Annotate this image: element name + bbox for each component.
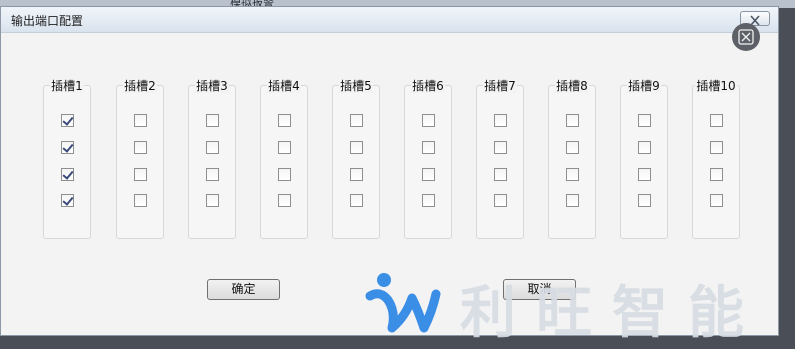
slot-7-port-4-checkbox[interactable]	[494, 194, 507, 207]
slot-2-port-3-checkbox[interactable]	[134, 168, 147, 181]
dialog-title: 输出端口配置	[11, 14, 84, 28]
slot-5-port-4-checkbox[interactable]	[350, 194, 363, 207]
ok-button[interactable]: 确定	[207, 279, 280, 300]
slot-8-port-1-checkbox[interactable]	[566, 114, 579, 127]
slot-10-port-4-checkbox[interactable]	[710, 194, 723, 207]
slot-label-wrap: 插槽10	[693, 77, 739, 94]
slot-2-port-4-checkbox[interactable]	[134, 194, 147, 207]
slot-label: 插槽6	[411, 79, 445, 93]
slot-label-wrap: 插槽8	[549, 77, 595, 94]
slot-label: 插槽4	[267, 79, 301, 93]
slot-8-port-2-checkbox[interactable]	[566, 141, 579, 154]
slot-2-port-1-checkbox[interactable]	[134, 114, 147, 127]
slot-9-port-4-checkbox[interactable]	[638, 194, 651, 207]
slot-8-port-4-checkbox[interactable]	[566, 194, 579, 207]
slot-group-5: 插槽5	[332, 79, 380, 239]
slot-9-port-3-checkbox[interactable]	[638, 168, 651, 181]
slot-group-8: 插槽8	[548, 79, 596, 239]
slot-6-port-2-checkbox[interactable]	[422, 141, 435, 154]
slot-label: 插槽9	[627, 79, 661, 93]
dialog-titlebar: 输出端口配置	[1, 7, 778, 33]
slot-10-port-2-checkbox[interactable]	[710, 141, 723, 154]
slot-6-port-3-checkbox[interactable]	[422, 168, 435, 181]
slot-4-port-3-checkbox[interactable]	[278, 168, 291, 181]
slot-5-port-1-checkbox[interactable]	[350, 114, 363, 127]
fullscreen-icon	[738, 29, 754, 45]
slot-9-port-1-checkbox[interactable]	[638, 114, 651, 127]
fullscreen-toggle-icon[interactable]	[732, 23, 760, 51]
slot-label-wrap: 插槽9	[621, 77, 667, 94]
slot-group-10: 插槽10	[692, 79, 740, 239]
slot-1-port-3-checkbox[interactable]	[61, 168, 74, 181]
slot-group-9: 插槽9	[620, 79, 668, 239]
slot-label: 插槽7	[483, 79, 517, 93]
watermark-text: 利旺智能	[460, 281, 764, 346]
slot-8-port-3-checkbox[interactable]	[566, 168, 579, 181]
slot-label-wrap: 插槽1	[44, 77, 90, 94]
slot-1-port-2-checkbox[interactable]	[61, 141, 74, 154]
slot-label-wrap: 插槽4	[261, 77, 307, 94]
slot-label-wrap: 插槽6	[405, 77, 451, 94]
slot-3-port-4-checkbox[interactable]	[206, 194, 219, 207]
slot-6-port-1-checkbox[interactable]	[422, 114, 435, 127]
slot-3-port-3-checkbox[interactable]	[206, 168, 219, 181]
slot-2-port-2-checkbox[interactable]	[134, 141, 147, 154]
slot-group-3: 插槽3	[188, 79, 236, 239]
slot-label: 插槽2	[123, 79, 157, 93]
slot-label: 插槽5	[339, 79, 373, 93]
slot-label-wrap: 插槽5	[333, 77, 379, 94]
slot-group-7: 插槽7	[476, 79, 524, 239]
brand-watermark: 利旺智能	[362, 266, 782, 346]
slot-4-port-1-checkbox[interactable]	[278, 114, 291, 127]
slot-1-port-4-checkbox[interactable]	[61, 194, 74, 207]
brand-logo-icon	[365, 273, 441, 333]
slot-3-port-1-checkbox[interactable]	[206, 114, 219, 127]
slot-label: 插槽1	[50, 79, 84, 93]
slot-7-port-2-checkbox[interactable]	[494, 141, 507, 154]
slot-label: 插槽3	[195, 79, 229, 93]
slot-group-2: 插槽2	[116, 79, 164, 239]
slot-label: 插槽8	[555, 79, 589, 93]
slot-4-port-2-checkbox[interactable]	[278, 141, 291, 154]
slot-7-port-1-checkbox[interactable]	[494, 114, 507, 127]
slot-group-6: 插槽6	[404, 79, 452, 239]
slot-3-port-2-checkbox[interactable]	[206, 141, 219, 154]
slot-6-port-4-checkbox[interactable]	[422, 194, 435, 207]
slot-5-port-2-checkbox[interactable]	[350, 141, 363, 154]
slot-10-port-1-checkbox[interactable]	[710, 114, 723, 127]
slot-4-port-4-checkbox[interactable]	[278, 194, 291, 207]
slot-1-port-1-checkbox[interactable]	[61, 114, 74, 127]
slot-9-port-2-checkbox[interactable]	[638, 141, 651, 154]
slot-label-wrap: 插槽3	[189, 77, 235, 94]
slot-10-port-3-checkbox[interactable]	[710, 168, 723, 181]
slot-5-port-3-checkbox[interactable]	[350, 168, 363, 181]
slot-label-wrap: 插槽7	[477, 77, 523, 94]
slot-group-4: 插槽4	[260, 79, 308, 239]
slot-group-1: 插槽1	[43, 79, 91, 239]
slot-label: 插槽10	[695, 79, 737, 93]
slot-7-port-3-checkbox[interactable]	[494, 168, 507, 181]
slot-label-wrap: 插槽2	[117, 77, 163, 94]
